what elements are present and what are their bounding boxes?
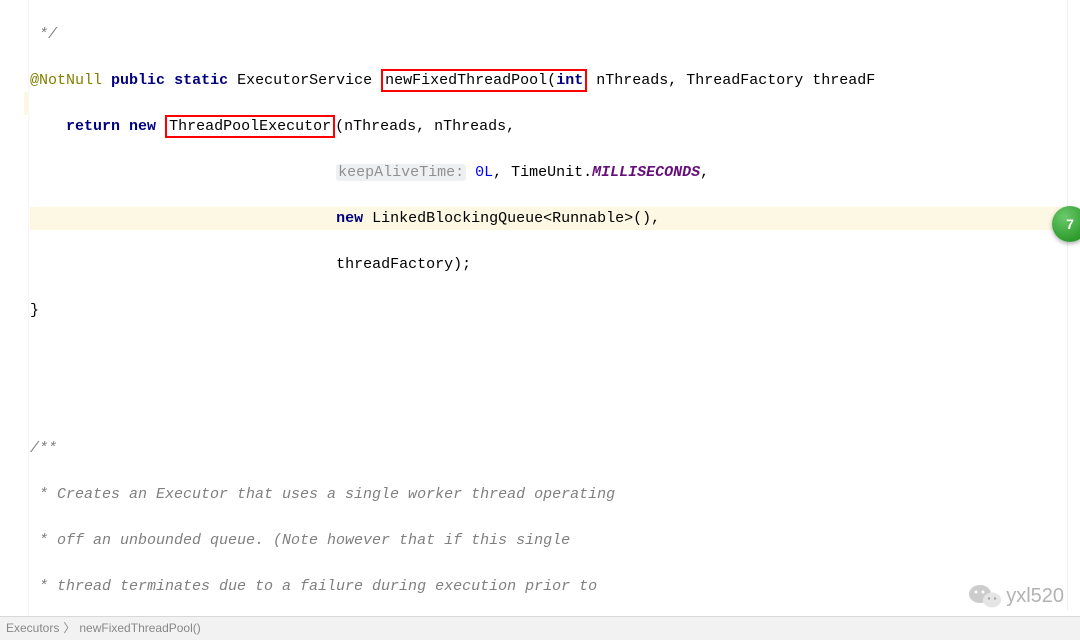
breadcrumb-item[interactable]: newFixedThreadPool() <box>79 617 200 640</box>
code-line: * thread terminates due to a failure dur… <box>30 575 1066 598</box>
breadcrumb[interactable]: Executors 〉 newFixedThreadPool() <box>0 616 1080 640</box>
code-line-highlighted: new LinkedBlockingQueue<Runnable>(), <box>30 207 1066 230</box>
code-editor[interactable]: */ @NotNull public static ExecutorServic… <box>0 0 1080 640</box>
vertical-scrollbar[interactable] <box>1067 0 1080 610</box>
code-line: keepAliveTime: 0L, TimeUnit.MILLISECONDS… <box>30 161 1066 184</box>
code-line: threadFactory); <box>30 253 1066 276</box>
code-line: * off an unbounded queue. (Note however … <box>30 529 1066 552</box>
watermark: yxl520 <box>968 582 1064 610</box>
code-line: */ <box>30 23 1066 46</box>
code-area[interactable]: */ @NotNull public static ExecutorServic… <box>30 0 1066 608</box>
watermark-text: yxl520 <box>1006 585 1064 608</box>
code-line: /** <box>30 437 1066 460</box>
code-line: return new ThreadPoolExecutor(nThreads, … <box>30 115 1066 138</box>
code-line <box>30 345 1066 368</box>
code-line <box>30 391 1066 414</box>
code-line: } <box>30 299 1066 322</box>
inspection-badge[interactable]: 7 <box>1052 206 1080 242</box>
wechat-icon <box>968 582 1002 610</box>
highlight-ThreadPoolExecutor: ThreadPoolExecutor <box>165 115 335 138</box>
code-line: @NotNull public static ExecutorService n… <box>30 69 1066 92</box>
caret-line-marker <box>24 92 28 115</box>
code-line: * Creates an Executor that uses a single… <box>30 483 1066 506</box>
breadcrumb-item[interactable]: Executors <box>6 617 59 640</box>
inlay-hint: keepAliveTime: <box>336 164 466 181</box>
highlight-newFixedThreadPool: newFixedThreadPool(int <box>381 69 587 92</box>
breadcrumb-separator: 〉 <box>63 617 75 640</box>
